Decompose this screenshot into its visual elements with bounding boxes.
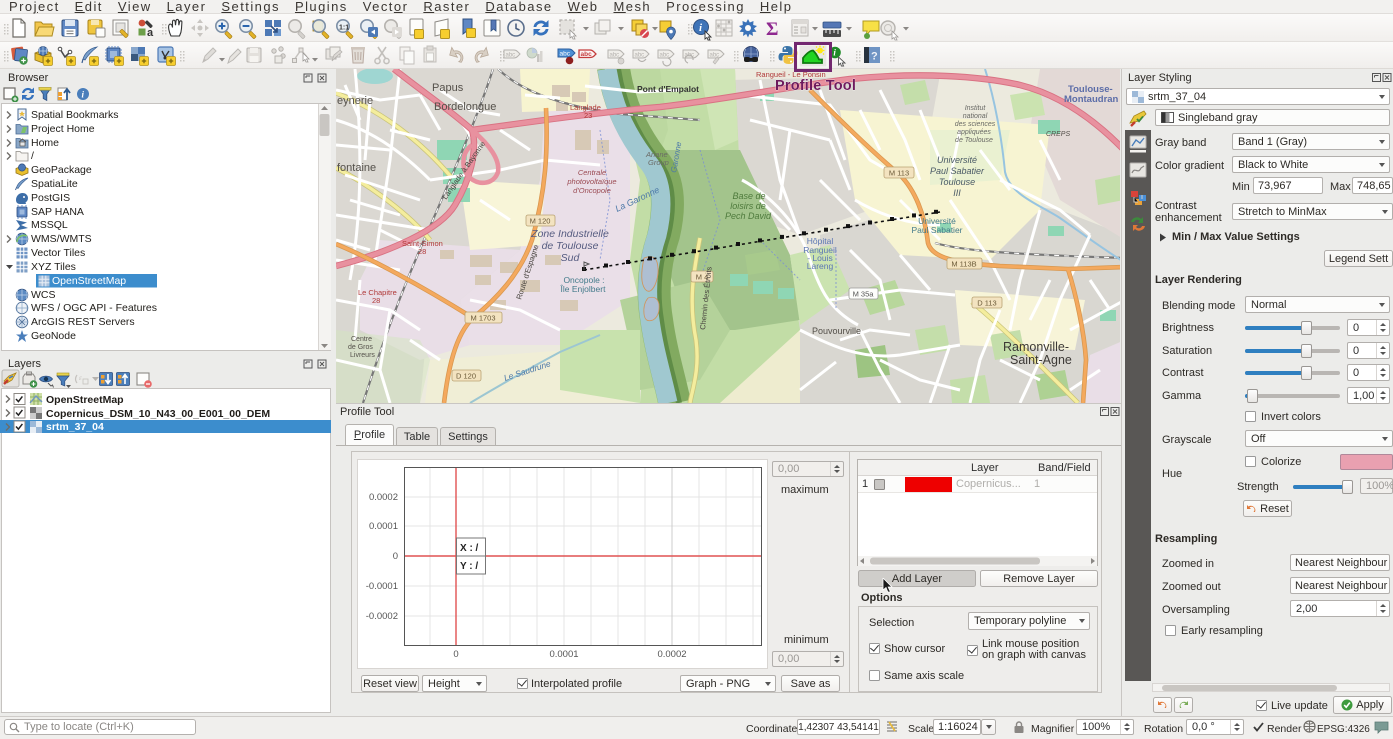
svg-text:Group: Group [648, 158, 669, 167]
svg-text:M 35a: M 35a [853, 290, 875, 299]
svg-text:28: 28 [418, 247, 426, 256]
svg-text:III: III [953, 188, 961, 198]
svg-text:28: 28 [372, 296, 380, 305]
svg-text:Profile Tool: Profile Tool [775, 78, 856, 94]
svg-text:Centrale: Centrale [578, 168, 606, 177]
svg-text:CREPS: CREPS [1046, 131, 1070, 138]
svg-text:0.0001: 0.0001 [549, 649, 578, 660]
svg-text:Pont d'Empalot: Pont d'Empalot [637, 84, 699, 94]
svg-text:Bordelongue: Bordelongue [434, 101, 496, 113]
svg-text:Université: Université [937, 155, 977, 165]
svg-text:national: national [963, 113, 988, 120]
svg-text:Pouvourville: Pouvourville [812, 326, 861, 336]
svg-text:D 113: D 113 [977, 299, 996, 308]
svg-text:Σ: Σ [766, 19, 778, 40]
svg-text:-0.0002: -0.0002 [366, 611, 398, 622]
svg-text:Base de: Base de [732, 191, 765, 201]
svg-text:Zone Industrielle: Zone Industrielle [530, 228, 609, 240]
svg-text:M 113: M 113 [889, 169, 909, 178]
svg-text:appliquées: appliquées [957, 129, 991, 136]
svg-text:0.0001: 0.0001 [369, 521, 398, 532]
svg-text:Centre: Centre [351, 336, 372, 343]
svg-text:Ramonville-: Ramonville- [1003, 340, 1069, 354]
svg-text:0.0002: 0.0002 [657, 649, 686, 660]
svg-text:Papus: Papus [432, 82, 464, 94]
svg-text:Sud: Sud [561, 252, 581, 264]
svg-text:1:1: 1:1 [339, 25, 349, 32]
svg-text:?: ? [871, 51, 878, 63]
svg-text:ε: ε [79, 374, 82, 382]
svg-text:Pech David: Pech David [725, 211, 772, 221]
svg-text:abc: abc [581, 51, 593, 58]
svg-text:Toulouse: Toulouse [939, 177, 975, 187]
svg-text:Montaudran: Montaudran [1064, 94, 1119, 105]
svg-text:Y : /: Y : / [460, 561, 478, 572]
svg-text:a: a [147, 27, 154, 39]
svg-text:X : /: X : / [460, 543, 479, 554]
svg-text:fontaine: fontaine [337, 162, 376, 174]
svg-text:Lareng: Lareng [807, 261, 834, 271]
svg-text:Paul Sabatier: Paul Sabatier [930, 166, 985, 176]
svg-text:23: 23 [584, 111, 592, 120]
svg-text:M 113B: M 113B [951, 260, 976, 269]
svg-text:photovoltaïque: photovoltaïque [566, 177, 616, 186]
svg-text:Livreurs: Livreurs [350, 352, 375, 359]
svg-text:Institut: Institut [965, 105, 987, 112]
svg-text:D 120: D 120 [456, 372, 476, 381]
svg-text:M 1703: M 1703 [470, 314, 495, 323]
svg-text:0: 0 [453, 649, 458, 660]
svg-text:de Toulouse: de Toulouse [542, 240, 599, 252]
svg-text:0.0002: 0.0002 [369, 492, 398, 503]
svg-text:d'Oncopole: d'Oncopole [573, 186, 611, 195]
svg-text:M 120: M 120 [530, 217, 551, 226]
svg-text:Paul Sabatier: Paul Sabatier [911, 225, 962, 235]
svg-text:de Gros: de Gros [348, 344, 373, 351]
svg-text:loisirs de: loisirs de [730, 201, 766, 211]
svg-text:Saint-Agne: Saint-Agne [1010, 353, 1072, 367]
svg-text:Île Enjolbert: Île Enjolbert [560, 284, 607, 294]
svg-text:abc: abc [560, 51, 571, 58]
svg-text:de Toulouse: de Toulouse [955, 137, 993, 144]
svg-text:eynerie: eynerie [337, 95, 373, 107]
svg-text:-0.0001: -0.0001 [366, 581, 398, 592]
svg-text:0: 0 [393, 551, 398, 562]
svg-text:des sciences: des sciences [955, 121, 996, 128]
